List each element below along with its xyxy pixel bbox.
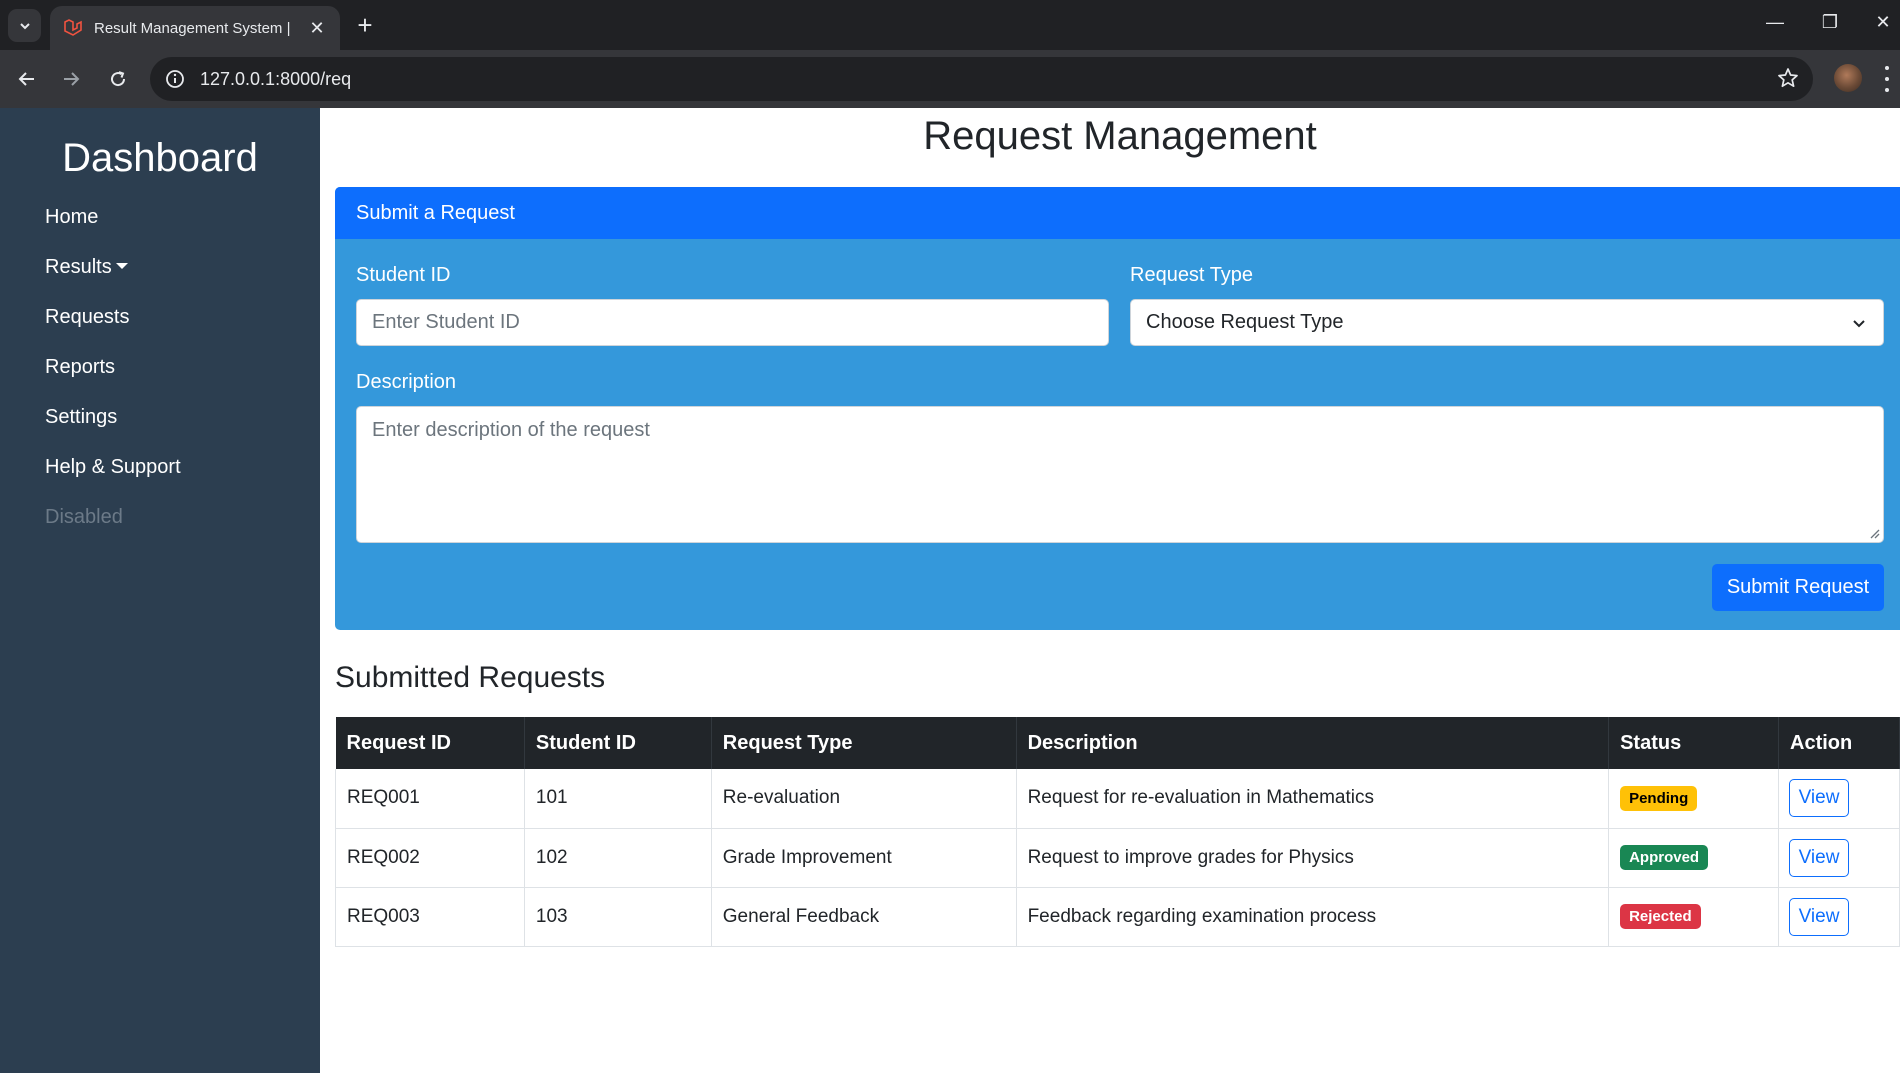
browser-tab[interactable]: Result Management System | ✕	[50, 6, 340, 50]
sidebar-item-disabled: Disabled	[45, 506, 123, 528]
description-cell: Request for re-evaluation in Mathematics	[1016, 769, 1610, 829]
status-badge: Approved	[1620, 845, 1709, 870]
browser-toolbar: 127.0.0.1:8000/req	[0, 50, 1900, 108]
arrow-left-icon	[18, 72, 34, 86]
request-type-select[interactable]: Choose Request Type	[1130, 299, 1884, 346]
tab-search-button[interactable]	[8, 9, 41, 42]
url-text: 127.0.0.1:8000/req	[200, 68, 352, 89]
chevron-down-icon	[1853, 320, 1865, 328]
tab-title: Result Management System |	[94, 19, 291, 37]
browser-menu-icon[interactable]	[1882, 66, 1892, 92]
description-textarea[interactable]: Enter description of the request	[356, 406, 1884, 543]
sidebar-item-settings[interactable]: Settings	[45, 404, 181, 454]
laravel-favicon-icon	[62, 18, 82, 38]
forward-button[interactable]	[56, 64, 86, 94]
close-window-icon[interactable]: ✕	[1868, 12, 1898, 33]
card-header: Submit a Request	[335, 187, 1900, 239]
sidebar-item-reports[interactable]: Reports	[45, 354, 181, 404]
request-type-label: Request Type	[1130, 264, 1254, 286]
column-header: Request ID	[335, 717, 525, 769]
reload-icon	[111, 71, 126, 87]
description-cell: Request to improve grades for Physics	[1016, 828, 1610, 888]
status-cell: Rejected	[1608, 887, 1779, 947]
status-cell: Pending	[1608, 769, 1779, 829]
student-id-cell: 103	[524, 887, 712, 947]
sidebar-title: Dashboard	[62, 136, 258, 180]
table-header-row: Request ID Student ID Request Type Descr…	[335, 717, 1900, 769]
column-header: Description	[1016, 717, 1610, 769]
view-button[interactable]: View	[1789, 897, 1849, 936]
student-id-placeholder: Enter Student ID	[372, 311, 520, 333]
request-id-cell: REQ002	[335, 828, 525, 888]
request-type-cell: Grade Improvement	[711, 828, 1017, 888]
column-header: Action	[1778, 717, 1900, 769]
sidebar-item-requests[interactable]: Requests	[45, 304, 181, 354]
view-button[interactable]: View	[1789, 779, 1849, 818]
action-cell: View	[1778, 769, 1900, 829]
column-header: Student ID	[524, 717, 712, 769]
table-row: REQ002 102 Grade Improvement Request to …	[335, 828, 1900, 888]
request-type-cell: Re-evaluation	[711, 769, 1017, 829]
description-cell: Feedback regarding examination process	[1016, 887, 1610, 947]
table-row: REQ001 101 Re-evaluation Request for re-…	[335, 769, 1900, 829]
student-id-cell: 102	[524, 828, 712, 888]
site-info-icon[interactable]	[164, 68, 186, 90]
column-header: Status	[1608, 717, 1779, 769]
sidebar-item-results[interactable]: Results	[45, 254, 181, 304]
sidebar-nav: Home Results Requests Reports Settings H…	[45, 204, 181, 554]
arrow-right-icon	[64, 72, 80, 86]
status-badge: Pending	[1620, 785, 1698, 811]
student-id-cell: 101	[524, 769, 712, 829]
column-header: Request Type	[711, 717, 1017, 769]
sidebar: Dashboard Home Results Requests Reports …	[0, 108, 320, 1073]
action-cell: View	[1778, 887, 1900, 947]
caret-down-icon	[115, 262, 128, 269]
request-type-cell: General Feedback	[711, 887, 1017, 947]
description-label: Description	[356, 371, 457, 393]
request-type-value: Choose Request Type	[1146, 311, 1344, 333]
sidebar-item-help-support[interactable]: Help & Support	[45, 454, 181, 504]
requests-table: Request ID Student ID Request Type Descr…	[335, 717, 1900, 947]
minimize-icon[interactable]: —	[1760, 12, 1790, 33]
request-form-card: Submit a Request Student ID Enter Studen…	[335, 187, 1900, 630]
student-id-label: Student ID	[356, 264, 451, 286]
submit-request-button[interactable]: Submit Request	[1712, 564, 1884, 611]
status-badge: Rejected	[1620, 904, 1701, 929]
bookmark-star-icon[interactable]	[1777, 67, 1799, 94]
table-row: REQ003 103 General Feedback Feedback reg…	[335, 887, 1900, 947]
address-bar[interactable]: 127.0.0.1:8000/req	[150, 57, 1813, 101]
request-id-cell: REQ001	[335, 769, 525, 829]
request-id-cell: REQ003	[335, 887, 525, 947]
student-id-input[interactable]: Enter Student ID	[356, 299, 1109, 346]
status-cell: Approved	[1608, 828, 1779, 888]
description-placeholder: Enter description of the request	[372, 419, 650, 441]
reload-button[interactable]	[103, 64, 133, 94]
view-button[interactable]: View	[1789, 838, 1849, 877]
sidebar-item-home[interactable]: Home	[45, 204, 181, 254]
browser-tab-bar: Result Management System | ✕ + — ❐ ✕	[0, 0, 1900, 50]
back-button[interactable]	[12, 64, 42, 94]
profile-avatar[interactable]	[1834, 64, 1862, 92]
new-tab-button[interactable]: +	[350, 10, 380, 40]
close-tab-icon[interactable]: ✕	[306, 18, 328, 39]
restore-icon[interactable]: ❐	[1815, 12, 1845, 33]
resize-grip-icon[interactable]	[1868, 527, 1880, 539]
chevron-down-icon	[19, 22, 30, 29]
action-cell: View	[1778, 828, 1900, 888]
sidebar-item-label: Results	[45, 256, 112, 278]
submitted-requests-title: Submitted Requests	[335, 661, 606, 694]
page-title: Request Management	[923, 114, 1317, 158]
